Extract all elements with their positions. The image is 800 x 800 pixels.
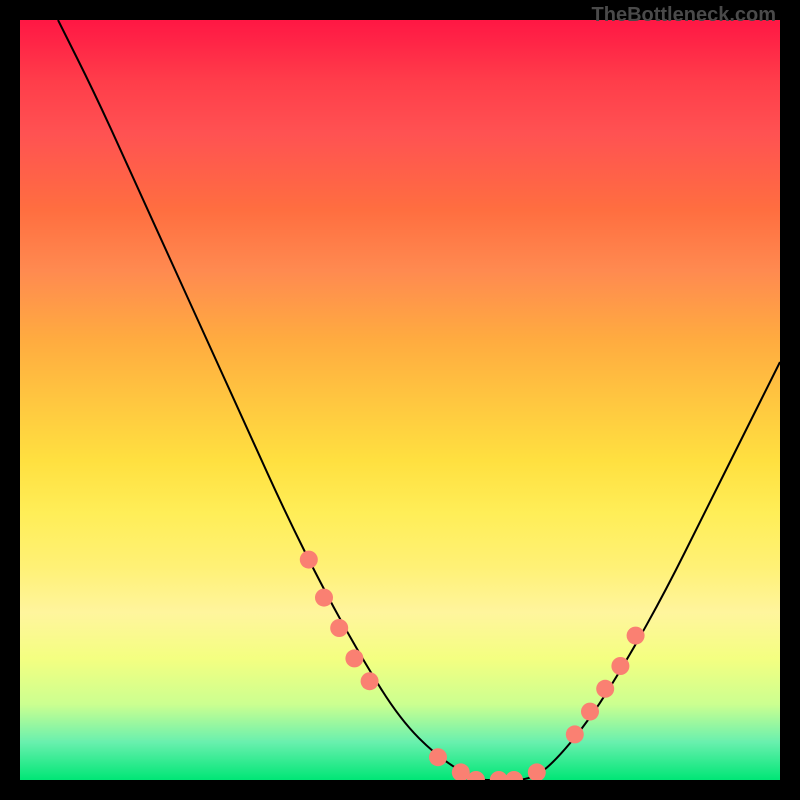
- highlight-dot: [596, 680, 614, 698]
- watermark-text: TheBottleneck.com: [592, 4, 776, 27]
- highlight-dot: [330, 619, 348, 637]
- highlight-dot: [528, 763, 546, 780]
- highlight-dot: [566, 725, 584, 743]
- bottleneck-curve: [58, 20, 780, 780]
- highlight-dot: [315, 589, 333, 607]
- highlight-dot: [345, 649, 363, 667]
- marker-group: [300, 551, 645, 780]
- curve-group: [58, 20, 780, 780]
- highlight-dot: [361, 672, 379, 690]
- highlight-dot: [452, 763, 470, 780]
- highlight-dot: [429, 748, 447, 766]
- highlight-dot: [300, 551, 318, 569]
- highlight-dot: [467, 771, 485, 780]
- highlight-dot: [627, 627, 645, 645]
- chart-svg: [20, 20, 780, 780]
- highlight-dot: [490, 771, 508, 780]
- highlight-dot: [611, 657, 629, 675]
- highlight-dot: [505, 771, 523, 780]
- highlight-dot: [581, 703, 599, 721]
- chart-plot-area: [20, 20, 780, 780]
